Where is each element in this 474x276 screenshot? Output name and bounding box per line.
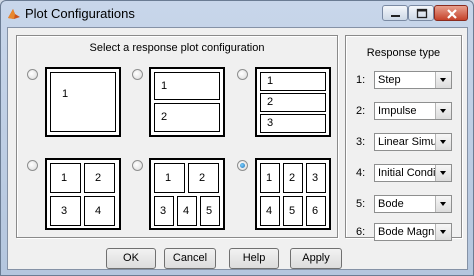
config-cell: 5 xyxy=(283,196,303,226)
response-5-label: 5: xyxy=(356,198,366,210)
response-4-value: Initial Condition xyxy=(378,167,436,179)
response-type-title: Response type xyxy=(366,47,441,59)
apply-button[interactable]: Apply xyxy=(290,248,342,269)
config-radio-4[interactable] xyxy=(27,160,38,171)
minimize-button[interactable] xyxy=(382,5,408,21)
response-3-label: 3: xyxy=(356,136,366,148)
plot-configuration-title: Select a response plot configuration xyxy=(89,42,265,54)
config-cell: 1 xyxy=(260,72,326,91)
response-6-label: 6: xyxy=(356,226,366,238)
window-title: Plot Configurations xyxy=(25,6,135,21)
chevron-down-icon xyxy=(435,134,451,150)
maximize-button[interactable] xyxy=(408,5,434,21)
close-icon xyxy=(447,9,457,19)
response-2-select[interactable]: Impulse xyxy=(374,102,452,120)
config-cell: 3 xyxy=(154,196,174,226)
config-cell: 2 xyxy=(188,163,219,193)
config-cell: 1 xyxy=(50,163,81,193)
response-type-panel: Response type 1: Step 2: Impulse 3: Line… xyxy=(345,35,462,241)
response-1-label: 1: xyxy=(356,74,366,86)
dialog-window: Plot Configurations Select a response pl… xyxy=(0,0,474,276)
config-cell: 3 xyxy=(306,163,326,193)
response-2-label: 2: xyxy=(356,105,366,117)
config-radio-5[interactable] xyxy=(132,160,143,171)
config-3-preview[interactable]: 1 2 3 xyxy=(255,67,331,137)
response-4-label: 4: xyxy=(356,167,366,179)
config-cell: 5 xyxy=(200,196,220,226)
config-cell: 2 xyxy=(154,103,220,132)
config-radio-6[interactable] xyxy=(237,160,248,171)
config-radio-1[interactable] xyxy=(27,69,38,80)
config-6-preview[interactable]: 1 2 3 4 5 6 xyxy=(255,158,331,230)
config-cell: 1 xyxy=(154,72,220,100)
maximize-icon xyxy=(416,8,428,19)
response-1-select[interactable]: Step xyxy=(374,71,452,89)
response-1-value: Step xyxy=(378,74,401,86)
cancel-button[interactable]: Cancel xyxy=(164,248,216,269)
config-cell: 2 xyxy=(260,93,326,112)
config-cell: 1 xyxy=(260,163,280,193)
config-radio-3[interactable] xyxy=(237,69,248,80)
chevron-down-icon xyxy=(435,196,451,212)
ok-button[interactable]: OK xyxy=(106,248,156,269)
config-cell: 4 xyxy=(177,196,197,226)
chevron-down-icon xyxy=(435,165,451,181)
response-3-select[interactable]: Linear Simul... xyxy=(374,133,452,151)
response-3-value: Linear Simul... xyxy=(378,136,436,148)
matlab-app-icon xyxy=(8,9,20,19)
help-button[interactable]: Help xyxy=(229,248,279,269)
response-4-select[interactable]: Initial Condition xyxy=(374,164,452,182)
config-cell: 4 xyxy=(84,196,115,226)
config-cell: 4 xyxy=(260,196,280,226)
config-cell: 2 xyxy=(283,163,303,193)
config-1-preview[interactable]: 1 xyxy=(45,67,121,137)
config-4-preview[interactable]: 1 2 3 4 xyxy=(45,158,121,230)
config-cell: 1 xyxy=(154,163,185,193)
plot-configuration-panel: Select a response plot configuration 1 1… xyxy=(16,35,338,238)
chevron-down-icon xyxy=(435,224,451,240)
title-bar[interactable]: Plot Configurations xyxy=(1,1,473,27)
config-2-preview[interactable]: 1 2 xyxy=(149,67,225,137)
response-2-value: Impulse xyxy=(378,105,417,117)
config-cell: 2 xyxy=(84,163,115,193)
config-radio-2[interactable] xyxy=(132,69,143,80)
response-5-value: Bode xyxy=(378,198,404,210)
dialog-body: Select a response plot configuration 1 1… xyxy=(7,27,468,270)
config-cell: 3 xyxy=(260,114,326,133)
config-cell: 6 xyxy=(306,196,326,226)
config-cell: 1 xyxy=(50,72,116,132)
chevron-down-icon xyxy=(435,72,451,88)
response-5-select[interactable]: Bode xyxy=(374,195,452,213)
chevron-down-icon xyxy=(435,103,451,119)
config-5-preview[interactable]: 1 2 3 4 5 xyxy=(149,158,225,230)
config-cell: 3 xyxy=(50,196,81,226)
response-6-value: Bode Magnit... xyxy=(378,226,436,238)
minimize-icon xyxy=(391,15,400,17)
close-button[interactable] xyxy=(434,5,468,21)
response-6-select[interactable]: Bode Magnit... xyxy=(374,223,452,241)
